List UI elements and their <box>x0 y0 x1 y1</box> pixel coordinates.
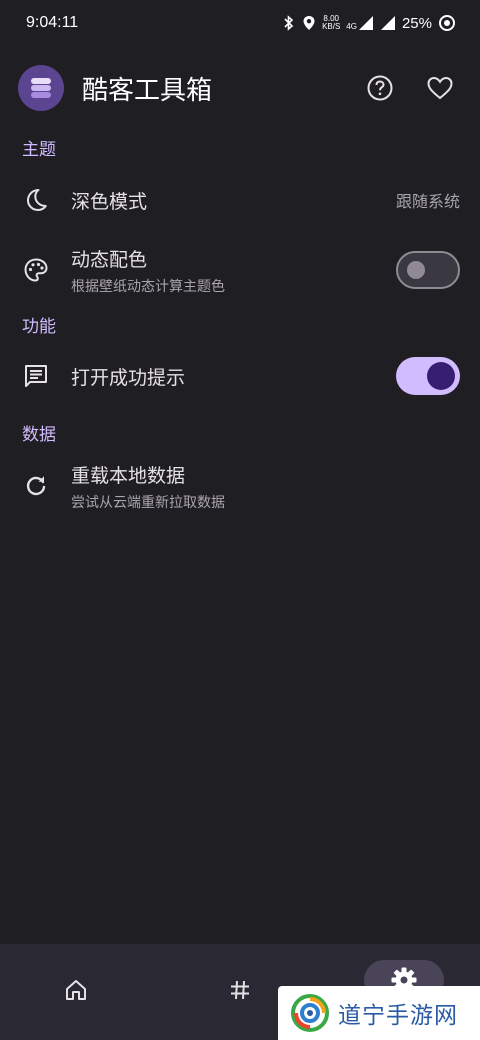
setting-dynamic-color[interactable]: 动态配色 根据壁纸动态计算主题色 <box>0 240 480 300</box>
setting-text: 动态配色 根据壁纸动态计算主题色 <box>71 245 225 296</box>
app-bar: 酷客工具箱 <box>0 58 480 118</box>
setting-text: 重载本地数据 尝试从云端重新拉取数据 <box>71 461 225 512</box>
message-list-icon <box>22 362 50 390</box>
dark-mode-value: 跟随系统 <box>395 192 460 211</box>
location-icon <box>302 15 316 31</box>
setting-dark-mode[interactable]: 深色模式 跟随系统 <box>0 172 480 228</box>
net-speed-unit: KB/S <box>322 22 341 31</box>
favorite-button[interactable] <box>420 68 460 108</box>
status-icons: 8.00 KB/S 4G 25% <box>282 14 456 32</box>
home-icon <box>66 980 86 1000</box>
app-actions <box>360 68 460 108</box>
dynamic-color-switch[interactable] <box>396 251 460 289</box>
nav-item-tools[interactable] <box>200 958 280 1022</box>
watermark: 道宁手游网 <box>278 986 480 1040</box>
section-header-features: 功能 <box>22 317 56 337</box>
setting-subtitle: 尝试从云端重新拉取数据 <box>71 494 225 511</box>
setting-title: 重载本地数据 <box>71 464 186 487</box>
setting-title: 深色模式 <box>71 190 148 213</box>
help-icon <box>367 75 393 101</box>
setting-subtitle: 根据壁纸动态计算主题色 <box>71 278 225 295</box>
signal-4g-icon: 4G <box>346 15 374 31</box>
switch-knob <box>427 362 455 390</box>
status-time: 9:04:11 <box>26 14 79 31</box>
watermark-logo-icon <box>291 994 329 1032</box>
section-header-theme: 主题 <box>22 140 56 160</box>
section-header-data: 数据 <box>22 425 56 445</box>
nav-item-home[interactable] <box>36 958 116 1022</box>
help-button[interactable] <box>360 68 400 108</box>
app-title: 酷客工具箱 <box>82 75 213 106</box>
switch-knob <box>407 261 425 279</box>
status-bar: 9:04:11 8.00 KB/S 4G 25% <box>0 0 480 46</box>
setting-open-success-hint[interactable]: 打开成功提示 <box>0 348 480 404</box>
moon-icon <box>22 186 50 214</box>
bluetooth-icon <box>282 15 296 31</box>
setting-title: 打开成功提示 <box>71 366 186 389</box>
setting-reload-local-data[interactable]: 重载本地数据 尝试从云端重新拉取数据 <box>0 456 480 516</box>
signal-icon <box>380 15 396 31</box>
battery-percent: 25% <box>401 14 432 32</box>
hashtag-icon <box>231 980 249 1000</box>
heart-icon <box>427 76 453 100</box>
setting-text: 深色模式 <box>71 187 147 214</box>
stack-layers-icon <box>18 65 64 111</box>
watermark-text: 道宁手游网 <box>338 1003 458 1029</box>
open-success-hint-switch[interactable] <box>396 357 460 395</box>
setting-title: 动态配色 <box>71 248 148 271</box>
palette-icon <box>22 256 50 284</box>
network-type: 4G <box>346 22 357 31</box>
network-speed: 8.00 KB/S <box>322 15 340 31</box>
setting-text: 打开成功提示 <box>71 363 185 390</box>
battery-saver-icon <box>438 14 456 32</box>
refresh-icon <box>22 472 50 500</box>
